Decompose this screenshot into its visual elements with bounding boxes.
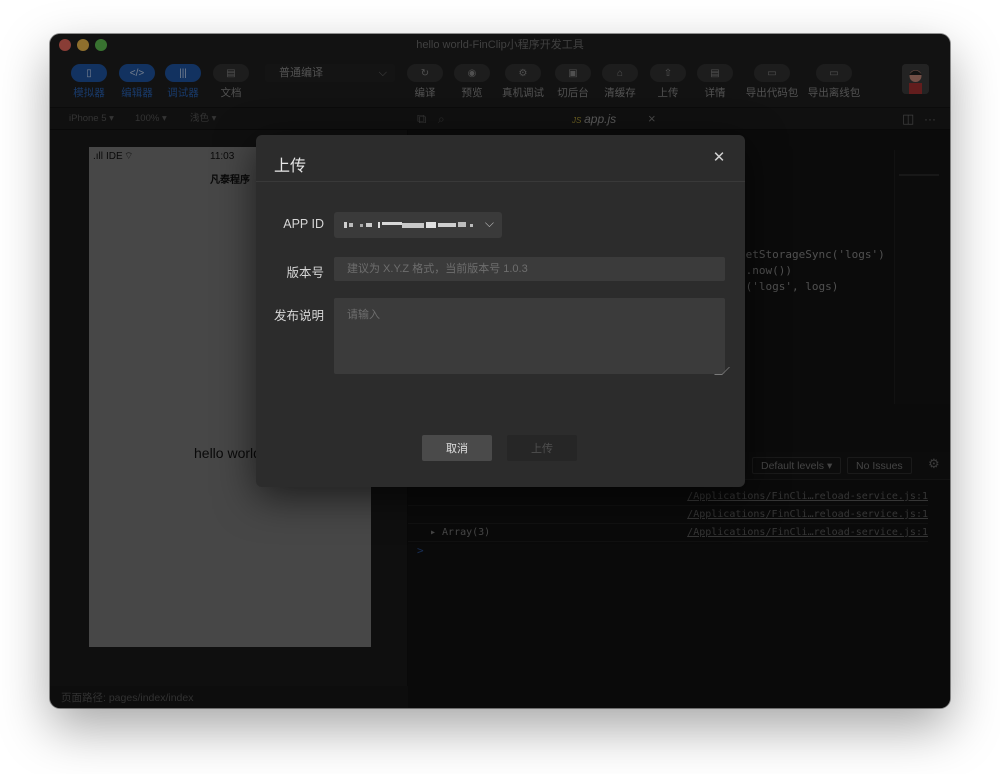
close-icon[interactable]: ✕ <box>711 150 727 166</box>
release-notes-input[interactable] <box>334 298 725 374</box>
submit-upload-button[interactable]: 上传 <box>507 435 577 461</box>
dialog-divider <box>256 181 745 182</box>
chevron-down-icon: ⌵ <box>484 216 494 230</box>
dialog-title: 上传 <box>274 158 307 175</box>
version-label: 版本号 <box>286 266 324 280</box>
appid-label: APP ID <box>283 217 324 231</box>
version-input[interactable] <box>334 257 725 281</box>
cancel-button[interactable]: 取消 <box>422 435 492 461</box>
upload-dialog: 上传 ✕ APP ID ⌵ 版本号 发布说明 取消 上传 <box>256 135 745 487</box>
app-window: hello world-FinClip小程序开发工具 ▯ 模拟器 </> 编辑器… <box>50 34 950 708</box>
appid-select[interactable]: ⌵ <box>334 212 502 238</box>
masked-appid <box>344 222 473 228</box>
release-notes-label: 发布说明 <box>273 309 324 323</box>
